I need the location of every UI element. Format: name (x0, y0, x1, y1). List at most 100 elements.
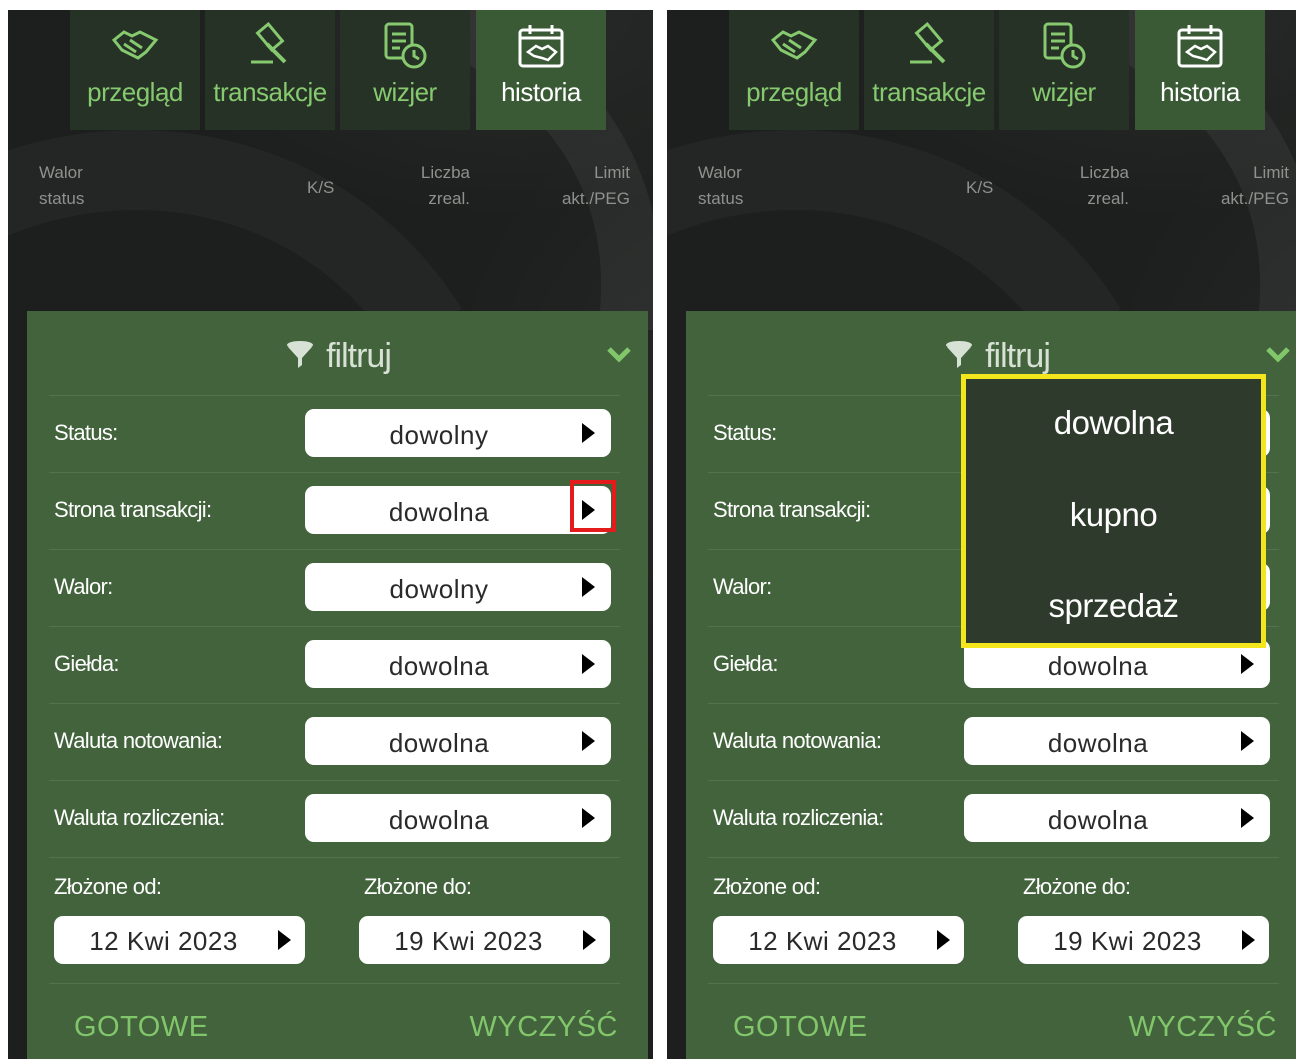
date-value: 12 Kwi 2023 (89, 926, 238, 956)
from-date-label: Złożone od: (713, 874, 821, 899)
strona-transakcji-dropdown: dowolna kupno sprzedaż (961, 374, 1266, 648)
header-liczba: Liczba (420, 163, 470, 182)
play-arrow-icon[interactable] (582, 423, 595, 443)
filter-label: Waluta notowania: (713, 728, 882, 753)
gavel-icon (205, 22, 335, 68)
filter-row-strona-transakcji: Strona transakcji: dowolna (49, 472, 620, 549)
tab-historia[interactable]: historia (476, 10, 606, 130)
header-akt-peg: akt./PEG (561, 189, 630, 208)
header-walor: Walor (39, 163, 83, 182)
date-value: 19 Kwi 2023 (1053, 926, 1202, 956)
filter-row-waluta-notowania: Waluta notowania: dowolna (708, 703, 1279, 780)
column-walor-status: Walor status (39, 160, 84, 212)
walor-select[interactable]: dowolny (305, 563, 611, 611)
tab-transakcje[interactable]: transakcje (864, 10, 994, 130)
document-clock-icon (340, 22, 470, 69)
header-limit: Limit (1253, 163, 1289, 182)
calendar-handshake-icon (1135, 22, 1265, 68)
column-walor-status: Walor status (698, 160, 743, 212)
play-arrow-icon[interactable] (582, 577, 595, 597)
from-date-picker[interactable]: 12 Kwi 2023 (54, 916, 305, 964)
column-liczba: Liczba zreal. (398, 160, 470, 212)
strona-transakcji-select[interactable]: dowolna (305, 480, 616, 534)
done-button[interactable]: GOTOWE (733, 1011, 868, 1044)
waluta-notowania-select[interactable]: dowolna (305, 717, 611, 765)
waluta-rozliczenia-select[interactable]: dowolna (964, 794, 1270, 842)
to-date-picker[interactable]: 19 Kwi 2023 (359, 916, 610, 964)
play-arrow-icon[interactable] (1241, 654, 1254, 674)
filter-label: Giełda: (713, 651, 779, 676)
column-limit: Limit akt./PEG (1187, 160, 1289, 212)
tab-wizjer[interactable]: wizjer (340, 10, 470, 130)
select-value: dowolna (1047, 651, 1149, 681)
tab-transakcje[interactable]: transakcje (205, 10, 335, 130)
chevron-down-icon[interactable] (1265, 345, 1291, 368)
divider (49, 857, 620, 858)
chevron-down-icon[interactable] (606, 345, 632, 368)
select-value: dowolna (388, 728, 490, 758)
header-limit: Limit (594, 163, 630, 182)
tab-label: przegląd (87, 77, 183, 107)
play-arrow-icon[interactable] (1241, 731, 1254, 751)
header-zreal: zreal. (1087, 189, 1129, 208)
header-ks: K/S (307, 178, 335, 197)
handshake-icon (70, 22, 200, 68)
dropdown-option-kupno[interactable]: kupno (966, 496, 1261, 534)
funnel-icon (943, 338, 975, 379)
dropdown-option-dowolna[interactable]: dowolna (966, 404, 1261, 442)
gavel-icon (864, 22, 994, 68)
play-arrow-icon (1242, 930, 1255, 950)
column-limit: Limit akt./PEG (528, 160, 630, 212)
clear-button[interactable]: WYCZYŚĆ (1129, 1011, 1278, 1044)
to-date-label: Złożone do: (1023, 874, 1131, 899)
header-liczba: Liczba (1079, 163, 1129, 182)
play-arrow-icon[interactable] (582, 808, 595, 828)
tab-przeglad[interactable]: przegląd (70, 10, 200, 130)
status-select[interactable]: dowolny (305, 409, 611, 457)
filter-row-status: Status: dowolny (49, 395, 620, 472)
play-arrow-icon[interactable] (582, 654, 595, 674)
from-date-label: Złożone od: (54, 874, 162, 899)
handshake-icon (729, 22, 859, 68)
from-date-picker[interactable]: 12 Kwi 2023 (713, 916, 964, 964)
waluta-notowania-select[interactable]: dowolna (964, 717, 1270, 765)
filter-label: Status: (54, 420, 118, 445)
done-button[interactable]: GOTOWE (74, 1011, 209, 1044)
header-zreal: zreal. (428, 189, 470, 208)
play-arrow-icon (583, 930, 596, 950)
filter-label: Giełda: (54, 651, 120, 676)
date-value: 12 Kwi 2023 (748, 926, 897, 956)
right-screen: przegląd transakcje wizjer historia Walo… (667, 10, 1296, 1059)
waluta-rozliczenia-select[interactable]: dowolna (305, 794, 611, 842)
play-arrow-icon (278, 930, 291, 950)
play-arrow-icon[interactable] (582, 731, 595, 751)
tab-wizjer[interactable]: wizjer (999, 10, 1129, 130)
filter-title[interactable]: filtruj (686, 337, 1296, 379)
tab-label: transakcje (872, 77, 986, 107)
tab-przeglad[interactable]: przegląd (729, 10, 859, 130)
filter-row-waluta-rozliczenia: Waluta rozliczenia: dowolna (708, 780, 1279, 857)
tab-label: historia (1160, 77, 1240, 107)
tab-label: transakcje (213, 77, 327, 107)
clear-button[interactable]: WYCZYŚĆ (470, 1011, 619, 1044)
filter-title[interactable]: filtruj (27, 337, 648, 379)
filter-label: Status: (713, 420, 777, 445)
divider (708, 983, 1279, 984)
to-date-picker[interactable]: 19 Kwi 2023 (1018, 916, 1269, 964)
to-date-label: Złożone do: (364, 874, 472, 899)
play-arrow-icon[interactable] (1241, 808, 1254, 828)
filter-label: Waluta rozliczenia: (54, 805, 225, 830)
tab-label: wizjer (1032, 77, 1096, 107)
filter-label: Waluta rozliczenia: (713, 805, 884, 830)
select-value: dowolny (389, 420, 489, 450)
play-arrow-icon (937, 930, 950, 950)
tab-historia[interactable]: historia (1135, 10, 1265, 130)
dropdown-option-sprzedaz[interactable]: sprzedaż (966, 587, 1261, 625)
column-liczba: Liczba zreal. (1057, 160, 1129, 212)
calendar-handshake-icon (476, 22, 606, 68)
document-clock-icon (999, 22, 1129, 69)
divider (49, 983, 620, 984)
gielda-select[interactable]: dowolna (305, 640, 611, 688)
filter-row-waluta-notowania: Waluta notowania: dowolna (49, 703, 620, 780)
header-ks: K/S (966, 178, 994, 197)
